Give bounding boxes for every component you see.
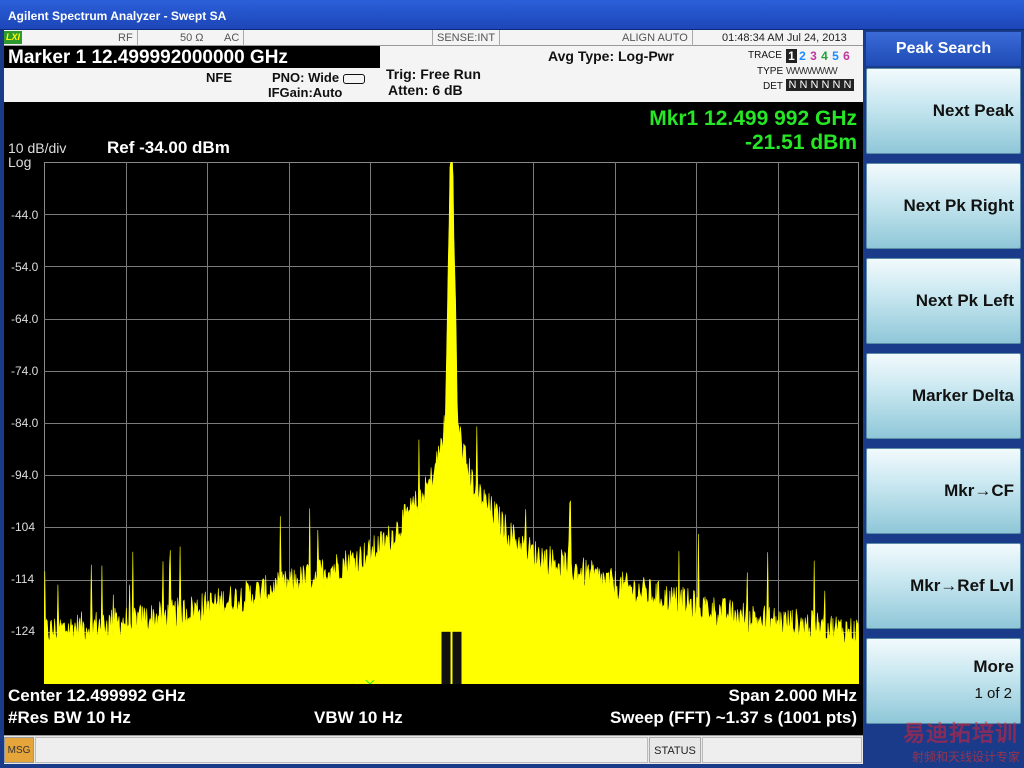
trace-number-1[interactable]: 1 <box>786 49 797 63</box>
trace-number-3[interactable]: 3 <box>808 49 819 63</box>
trace-number-2[interactable]: 2 <box>797 49 808 63</box>
trace-label: TRACE <box>748 50 782 61</box>
next-pk-left-button[interactable]: Next Pk Left <box>866 258 1021 344</box>
y-tick-label: -104 <box>11 520 36 534</box>
mkr-to-ref-lvl-button[interactable]: Mkr→Ref Lvl <box>866 543 1021 629</box>
trace-number-5[interactable]: 5 <box>830 49 841 63</box>
status-area <box>702 737 862 763</box>
status-header: LXI RF 50 Ω AC SENSE:INT ALIGN AUTO 01:4… <box>4 30 863 102</box>
avg-type-label: Avg Type: Log-Pwr <box>548 48 674 64</box>
softkey-panel: Peak Search Next Peak Next Pk Right Next… <box>863 30 1024 768</box>
more-button[interactable]: More 1 of 2 <box>866 638 1021 724</box>
softkey-label: Next Pk Left <box>915 291 1014 310</box>
det-1: N <box>788 79 797 91</box>
active-marker-title[interactable]: Marker 1 12.499992000000 GHz <box>4 46 380 68</box>
y-tick-label: -114 <box>11 572 35 586</box>
span-label: Span 2.000 MHz <box>728 686 858 705</box>
marker-amplitude-readout: -21.51 dBm <box>744 131 857 154</box>
center-frequency-label: Center 12.499992 GHz <box>8 686 186 705</box>
ifgain-label: IFGain:Auto <box>268 85 343 100</box>
watermark-main-text: 易迪拓培训 <box>902 721 1018 746</box>
watermark-sub-text: 射频和天线设计专家 <box>911 750 1020 764</box>
next-peak-button[interactable]: Next Peak <box>866 68 1021 154</box>
message-area <box>35 737 648 763</box>
lxi-icon: LXI <box>4 31 22 44</box>
reference-level-label: Ref -34.00 dBm <box>107 138 230 157</box>
pno-label: PNO: Wide <box>272 70 366 85</box>
softkey-label: Next Pk Right <box>903 196 1014 215</box>
y-tick-label: -124 <box>11 624 36 638</box>
det-2: N <box>799 79 808 91</box>
nfe-label: NFE <box>206 70 232 85</box>
softkey-label: Mkr→CF <box>944 481 1014 500</box>
y-tick-label: -64.0 <box>11 312 39 326</box>
scale-type-label: Log <box>8 154 32 170</box>
attenuation-label: Atten: 6 dB <box>388 82 463 98</box>
impedance-label: 50 Ω <box>180 32 204 44</box>
vbw-label: VBW 10 Hz <box>314 708 403 727</box>
det-4: N <box>821 79 830 91</box>
rf-label: RF <box>114 30 138 46</box>
datetime-label: 01:48:34 AM Jul 24, 2013 <box>722 32 847 44</box>
status-indicator[interactable]: STATUS <box>649 737 701 763</box>
align-label: ALIGN AUTO <box>618 30 693 46</box>
next-pk-right-button[interactable]: Next Pk Right <box>866 163 1021 249</box>
watermark-logo: 易迪拓培训 射频和天线设计专家 <box>868 716 1024 768</box>
y-tick-label: -74.0 <box>11 364 39 378</box>
det-3: N <box>810 79 819 91</box>
status-bar: MSG STATUS <box>4 735 863 764</box>
trace-types: WWWWWW <box>786 66 838 77</box>
y-tick-label: -54.0 <box>11 260 39 274</box>
trace-detectors: NNNNNN <box>786 79 854 91</box>
marker-delta-button[interactable]: Marker Delta <box>866 353 1021 439</box>
spectrum-plot[interactable]: 1 <box>44 162 859 684</box>
window-title-bar: Agilent Spectrum Analyzer - Swept SA <box>0 0 1024 30</box>
det-label: DET <box>763 81 783 92</box>
msg-indicator[interactable]: MSG <box>4 737 34 763</box>
y-tick-label: -84.0 <box>11 416 39 430</box>
mkr-to-cf-button[interactable]: Mkr→CF <box>866 448 1021 534</box>
status-row: LXI RF 50 Ω AC SENSE:INT ALIGN AUTO 01:4… <box>4 30 863 46</box>
pno-text: PNO: Wide <box>272 70 340 85</box>
type-label: TYPE <box>757 66 784 77</box>
y-tick-label: -94.0 <box>11 468 39 482</box>
window-title: Agilent Spectrum Analyzer - Swept SA <box>8 9 227 23</box>
spectrum-analyzer-window: Agilent Spectrum Analyzer - Swept SA LXI… <box>0 0 1024 768</box>
trace-number-4[interactable]: 4 <box>819 49 830 63</box>
y-tick-label: -44.0 <box>11 208 39 222</box>
sweep-label: Sweep (FFT) ~1.37 s (1001 pts) <box>609 708 857 727</box>
rbw-label: #Res BW 10 Hz <box>8 708 131 727</box>
more-label: More <box>973 657 1014 676</box>
det-5: N <box>832 79 841 91</box>
det-6: N <box>843 79 852 91</box>
coupling-label: AC <box>220 30 245 46</box>
pno-switch-icon <box>343 73 366 84</box>
spectrum-display[interactable]: Mkr1 12.499 992 GHz -21.51 dBm 10 dB/div… <box>4 102 863 735</box>
softkey-label: Mkr→Ref Lvl <box>910 576 1014 595</box>
trigger-label: Trig: Free Run <box>386 66 481 82</box>
softkey-menu-title: Peak Search <box>866 32 1021 66</box>
sense-label: SENSE:INT <box>432 30 501 46</box>
trace-number-6[interactable]: 6 <box>841 49 852 63</box>
trace-numbers[interactable]: 123456 <box>786 49 852 63</box>
softkey-label: Marker Delta <box>911 386 1014 405</box>
softkey-label: Next Peak <box>932 101 1014 120</box>
more-page-label: 1 of 2 <box>974 685 1012 702</box>
marker-frequency-readout: Mkr1 12.499 992 GHz <box>649 107 857 130</box>
